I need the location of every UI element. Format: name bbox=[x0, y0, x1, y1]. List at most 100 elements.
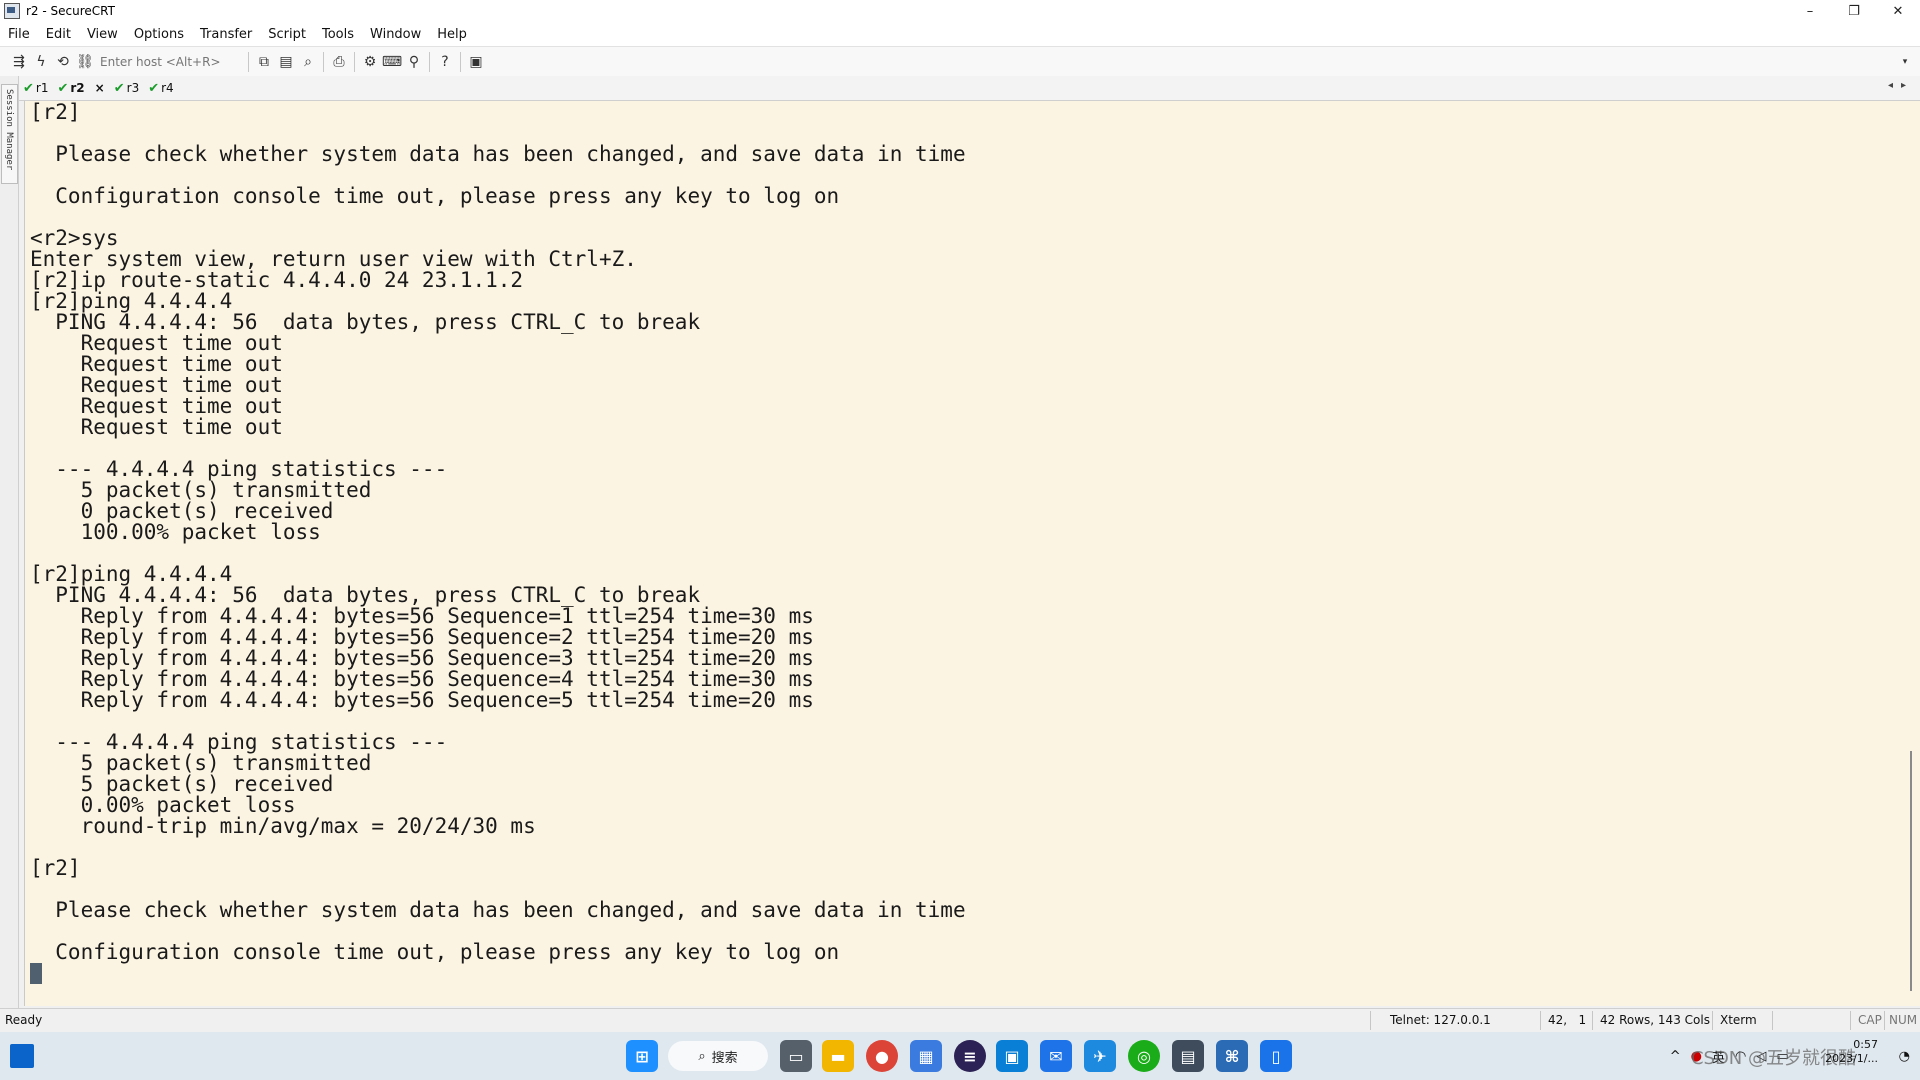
disconnect-icon[interactable]: ⛓ bbox=[74, 51, 96, 73]
connected-check-icon: ✔ bbox=[23, 80, 34, 96]
connected-check-icon: ✔ bbox=[113, 80, 125, 96]
terminal-line: 5 packet(s) transmitted bbox=[30, 751, 372, 775]
terminal-line: Request time out bbox=[30, 394, 283, 418]
terminal-line: Request time out bbox=[30, 415, 283, 439]
securecrt-app-icon bbox=[4, 3, 20, 19]
tab-label: r3 bbox=[126, 81, 140, 95]
terminal-line: [r2]ping 4.4.4.4 bbox=[30, 562, 233, 586]
status-divider bbox=[1540, 1011, 1541, 1030]
toolbar-overflow-icon[interactable]: ▾ bbox=[1894, 51, 1916, 73]
quick-connect-icon[interactable]: ϟ bbox=[30, 51, 52, 73]
terminal-view[interactable]: [r2] Please check whether system data ha… bbox=[24, 101, 1903, 1006]
menu-tools[interactable]: Tools bbox=[314, 27, 362, 42]
menu-file[interactable]: File bbox=[0, 27, 38, 42]
menu-options[interactable]: Options bbox=[126, 27, 192, 42]
mail-icon[interactable]: ✈ bbox=[1084, 1040, 1116, 1072]
reconnect-icon[interactable]: ⟲ bbox=[52, 51, 74, 73]
menu-window[interactable]: Window bbox=[362, 27, 429, 42]
phone-icon[interactable]: ▯ bbox=[1260, 1040, 1292, 1072]
host-input[interactable] bbox=[96, 51, 244, 72]
chrome-icon[interactable]: ● bbox=[866, 1040, 898, 1072]
tab-r2[interactable]: ✔ r2 × bbox=[53, 77, 109, 99]
terminal-line: Configuration console time out, please p… bbox=[30, 940, 840, 964]
find-icon[interactable]: ⌕ bbox=[297, 51, 319, 73]
tab-r3[interactable]: ✔ r3 bbox=[110, 77, 144, 99]
status-divider bbox=[1772, 1011, 1773, 1030]
terminal-cursor bbox=[30, 963, 42, 984]
terminal-line: Request time out bbox=[30, 352, 283, 376]
terminal-line: 0.00% packet loss bbox=[30, 793, 296, 817]
vmware-icon[interactable]: ▣ bbox=[996, 1040, 1028, 1072]
keymap-icon[interactable]: ⌨ bbox=[381, 51, 403, 73]
status-emulation: Xterm bbox=[1720, 1013, 1757, 1027]
toolbar-divider bbox=[460, 51, 461, 72]
status-divider bbox=[1850, 1011, 1851, 1030]
help-icon[interactable]: ? bbox=[434, 51, 456, 73]
terminal-line: Request time out bbox=[30, 373, 283, 397]
menu-view[interactable]: View bbox=[79, 27, 126, 42]
taskbar: ⊞ ⌕ 搜索 ▭ ▬ ● ▦ ≡ ▣ ✉ ✈ ◎ ▤ ⌘ ▯ ^ ● 英 ◠ ◁… bbox=[0, 1032, 1920, 1080]
paste-icon[interactable]: ▤ bbox=[275, 51, 297, 73]
mail-app-icon[interactable]: ✉ bbox=[1040, 1040, 1072, 1072]
tab-r1[interactable]: ✔ r1 bbox=[19, 77, 53, 99]
session-tab-row: ✔ r1 ✔ r2 × ✔ r3 ✔ r4 ◂▸ bbox=[19, 76, 1920, 101]
status-size: 42 Rows, 143 Cols bbox=[1600, 1013, 1710, 1027]
close-tab-icon[interactable]: × bbox=[95, 81, 105, 95]
connect-icon[interactable]: ⇶ bbox=[8, 51, 30, 73]
terminal-line: 0 packet(s) received bbox=[30, 499, 334, 523]
menu-transfer[interactable]: Transfer bbox=[192, 27, 260, 42]
menu-script[interactable]: Script bbox=[260, 27, 314, 42]
terminal-line: Enter system view, return user view with… bbox=[30, 247, 637, 271]
file-explorer-icon[interactable]: ▬ bbox=[822, 1040, 854, 1072]
toolbar-divider bbox=[354, 51, 355, 72]
settings-icon[interactable]: ⚙ bbox=[359, 51, 381, 73]
terminal-line: [r2] bbox=[30, 856, 81, 880]
toolbar-divider bbox=[429, 51, 430, 72]
minimize-button[interactable]: – bbox=[1788, 0, 1832, 22]
screen-icon[interactable]: ▣ bbox=[465, 51, 487, 73]
securecrt-icon[interactable]: ▤ bbox=[1172, 1040, 1204, 1072]
restore-button[interactable]: ❐ bbox=[1832, 0, 1876, 22]
terminal-line: Configuration console time out, please p… bbox=[30, 184, 840, 208]
menu-edit[interactable]: Edit bbox=[38, 27, 79, 42]
network-icon[interactable]: ⌘ bbox=[1216, 1040, 1248, 1072]
tray-expand-icon[interactable]: ^ bbox=[1670, 1049, 1681, 1064]
task-view-icon[interactable]: ▭ bbox=[780, 1040, 812, 1072]
menu-help[interactable]: Help bbox=[429, 27, 475, 42]
copy-icon[interactable]: ⧉ bbox=[253, 51, 275, 73]
print-icon[interactable]: ⎙ bbox=[328, 51, 350, 73]
tab-scroll-arrows-icon[interactable]: ◂▸ bbox=[1888, 80, 1914, 91]
session-manager-label: Session Manager bbox=[4, 89, 14, 171]
sftp-icon[interactable]: ⚲ bbox=[403, 51, 425, 73]
status-caps: CAP bbox=[1858, 1013, 1882, 1027]
terminal-scrollbar[interactable] bbox=[1903, 101, 1920, 1006]
close-button[interactable]: ✕ bbox=[1876, 0, 1920, 22]
window-controls: – ❐ ✕ bbox=[1788, 0, 1920, 22]
tab-r4[interactable]: ✔ r4 bbox=[144, 77, 178, 99]
terminal-line: [r2]ip route-static 4.4.4.0 24 23.1.1.2 bbox=[30, 268, 524, 292]
terminal-line: Please check whether system data has bee… bbox=[30, 142, 966, 166]
windows-logo-icon[interactable]: ⊞ bbox=[626, 1040, 658, 1072]
toolbar-divider bbox=[248, 51, 249, 72]
session-manager-tab[interactable]: Session Manager bbox=[1, 84, 18, 184]
store-icon[interactable]: ▦ bbox=[910, 1040, 942, 1072]
terminal-line: 100.00% packet loss bbox=[30, 520, 321, 544]
status-ready: Ready bbox=[5, 1013, 43, 1027]
windows-start-icon[interactable] bbox=[10, 1044, 34, 1068]
tab-label: r2 bbox=[70, 81, 85, 95]
terminal-line: 5 packet(s) transmitted bbox=[30, 478, 372, 502]
terminal-line: Reply from 4.4.4.4: bytes=56 Sequence=3 … bbox=[30, 646, 814, 670]
clock-time: 0:57 bbox=[1853, 1038, 1878, 1051]
eclipse-icon[interactable]: ≡ bbox=[954, 1040, 986, 1072]
terminal-output: [r2] Please check whether system data ha… bbox=[30, 102, 966, 963]
scrollbar-thumb[interactable] bbox=[1910, 751, 1912, 991]
notification-icon[interactable]: ◔ bbox=[1899, 1049, 1910, 1064]
wechat-icon[interactable]: ◎ bbox=[1128, 1040, 1160, 1072]
toolbar: ⇶ ϟ ⟲ ⛓ ⧉ ▤ ⌕ ⎙ ⚙ ⌨ ⚲ ? ▣ ▾ bbox=[0, 46, 1920, 77]
clock[interactable]: 0:57 2023/1/... bbox=[1825, 1038, 1878, 1066]
taskbar-search[interactable]: ⌕ 搜索 bbox=[668, 1041, 768, 1071]
